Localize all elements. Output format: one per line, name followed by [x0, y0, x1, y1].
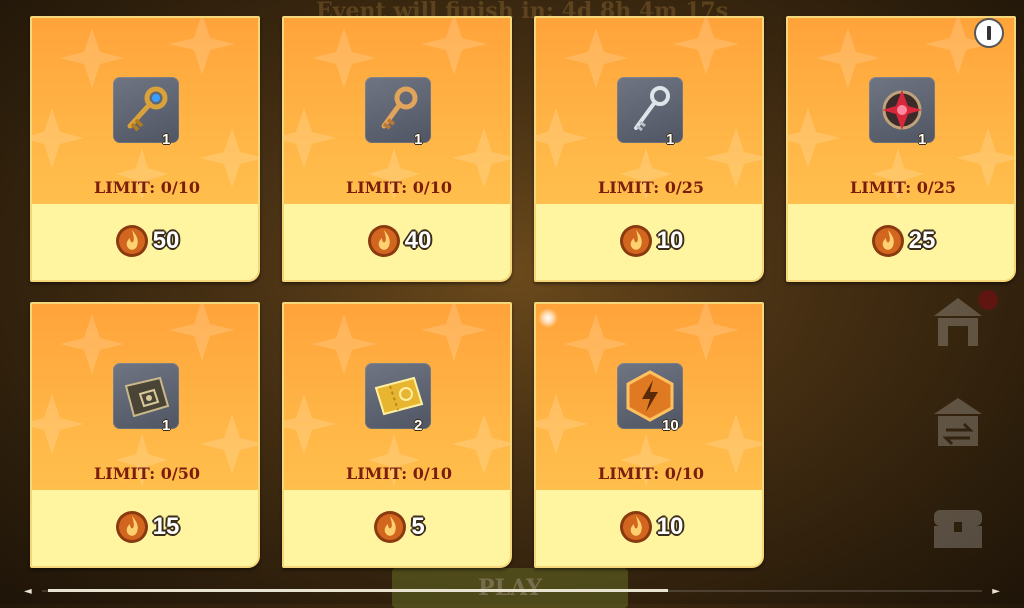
- price-panel[interactable]: 10: [536, 204, 762, 280]
- price-panel[interactable]: 15: [32, 490, 258, 566]
- sparkle-effect: [538, 308, 558, 328]
- price: 5: [284, 510, 510, 544]
- exchange-shop-icon: [934, 398, 982, 446]
- price: 10: [536, 510, 762, 544]
- horizontal-scrollbar[interactable]: ◄ ►: [24, 586, 1000, 597]
- price: 10: [536, 224, 762, 258]
- purchase-limit: LIMIT: 0/25: [850, 178, 956, 197]
- price: 15: [32, 510, 258, 544]
- purchase-limit: LIMIT: 0/50: [94, 464, 200, 483]
- price-value: 40: [404, 227, 432, 254]
- item-quantity: 1: [162, 417, 171, 434]
- fire-coin-icon: [367, 225, 400, 257]
- chest-icon: [934, 510, 982, 548]
- price-panel[interactable]: 25: [788, 204, 1014, 280]
- price-value: 10: [656, 227, 684, 254]
- shop-item-card[interactable]: 1 LIMIT: 0/10 40: [282, 16, 512, 282]
- item-quantity: 1: [414, 131, 423, 148]
- purchase-limit: LIMIT: 0/25: [598, 178, 704, 197]
- notification-dot: [978, 290, 998, 310]
- fire-coin-icon: [115, 511, 148, 543]
- purchase-limit: LIMIT: 0/10: [346, 178, 452, 197]
- price: 50: [32, 224, 258, 258]
- shop-item-card[interactable]: 1 LIMIT: 0/25 10: [534, 16, 764, 282]
- price-panel[interactable]: 50: [32, 204, 258, 280]
- price-value: 25: [908, 227, 936, 254]
- price-value: 5: [411, 513, 425, 540]
- purchase-limit: LIMIT: 0/10: [346, 464, 452, 483]
- purchase-limit: LIMIT: 0/10: [94, 178, 200, 197]
- info-button[interactable]: [976, 20, 1002, 46]
- purchase-limit: LIMIT: 0/10: [598, 464, 704, 483]
- price: 25: [788, 224, 1014, 258]
- price: 40: [284, 224, 510, 258]
- shop-item-card[interactable]: 10 LIMIT: 0/10 10: [534, 302, 764, 568]
- scroll-right-arrow-icon[interactable]: ►: [992, 586, 1000, 597]
- item-quantity: 1: [162, 131, 171, 148]
- item-quantity: 1: [918, 131, 927, 148]
- price-value: 10: [656, 513, 684, 540]
- price-panel[interactable]: 10: [536, 490, 762, 566]
- scroll-thumb[interactable]: [48, 589, 668, 592]
- fire-coin-icon: [871, 225, 904, 257]
- shop-item-card[interactable]: 1 LIMIT: 0/50 15: [30, 302, 260, 568]
- price-value: 50: [152, 227, 180, 254]
- fire-coin-icon: [619, 225, 652, 257]
- item-quantity: 2: [414, 417, 423, 434]
- price-panel[interactable]: 5: [284, 490, 510, 566]
- shop-item-card[interactable]: 1 LIMIT: 0/10 50: [30, 16, 260, 282]
- scroll-left-arrow-icon[interactable]: ◄: [24, 586, 32, 597]
- price-panel[interactable]: 40: [284, 204, 510, 280]
- fire-coin-icon: [115, 225, 148, 257]
- shop-item-card[interactable]: 1 LIMIT: 0/25 25: [786, 16, 1016, 282]
- item-quantity: 1: [666, 131, 675, 148]
- fire-coin-icon: [374, 511, 407, 543]
- fire-coin-icon: [619, 511, 652, 543]
- price-value: 15: [152, 513, 180, 540]
- shop-item-card[interactable]: 2 LIMIT: 0/10 5: [282, 302, 512, 568]
- info-icon: [987, 26, 991, 40]
- item-quantity: 10: [662, 417, 679, 434]
